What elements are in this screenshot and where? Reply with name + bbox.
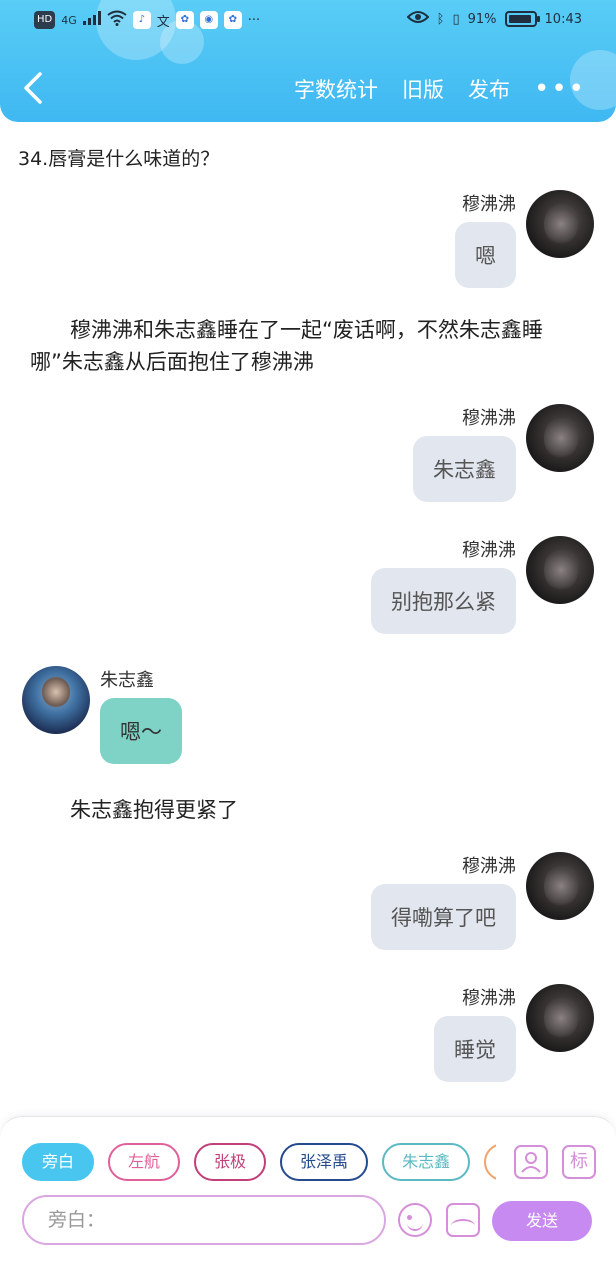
role-chip-narrator[interactable]: 旁白: [22, 1143, 95, 1181]
role-selector: 旁白 左航 张极 张泽禹 朱志鑫: [22, 1143, 496, 1183]
message-bubble[interactable]: 朱志鑫: [413, 436, 516, 502]
battery-icon: [504, 11, 540, 27]
network-label: 4G: [61, 13, 77, 27]
app-header: HD 4G ♪ 文 ✿ ◉ ✿ ··· ᛒ ▯ 91% 10:43 字数统计 旧…: [0, 0, 616, 122]
role-chip[interactable]: 朱志鑫: [382, 1143, 471, 1181]
message-content: 穆沸沸 得嘞算了吧: [371, 852, 516, 950]
paw-app-icon: ✿: [175, 11, 194, 29]
sender-name: 穆沸沸: [462, 540, 516, 561]
narration-text[interactable]: 穆沸沸和朱志鑫睡在了一起“废话啊，不然朱志鑫睡哪”朱志鑫从后面抱住了穆沸沸: [30, 314, 586, 378]
header-actions: 字数统计 旧版 发布 •••: [294, 74, 586, 104]
role-chip[interactable]: [484, 1143, 496, 1181]
text-app-icon: 文: [156, 14, 170, 30]
browser-app-icon: ◉: [199, 11, 218, 29]
status-right: ᛒ ▯ 91% 10:43: [406, 10, 582, 28]
chevron-left-icon: [24, 72, 42, 104]
status-bar: HD 4G ♪ 文 ✿ ◉ ✿ ··· ᛒ ▯ 91% 10:43: [0, 8, 616, 34]
message-bubble[interactable]: 嗯～: [100, 698, 182, 764]
message-content: 穆沸沸 朱志鑫: [413, 404, 516, 502]
emoji-icon[interactable]: [398, 1203, 432, 1237]
message-content: 朱志鑫 嗯～: [100, 666, 182, 764]
clock: 10:43: [544, 11, 582, 27]
old-version-button[interactable]: 旧版: [402, 74, 444, 104]
message-input[interactable]: 旁白：: [22, 1195, 386, 1245]
publish-button[interactable]: 发布: [468, 74, 510, 104]
avatar[interactable]: [526, 536, 594, 604]
hd-badge: HD: [34, 11, 56, 29]
message-bubble[interactable]: 别抱那么紧: [371, 568, 516, 634]
avatar[interactable]: [22, 666, 90, 734]
narration-text[interactable]: 朱志鑫抱得更紧了: [70, 794, 238, 826]
wifi-icon: [107, 10, 127, 30]
status-left: HD 4G ♪ 文 ✿ ◉ ✿ ···: [34, 10, 260, 30]
music-app-icon: ♪: [132, 11, 151, 29]
person-card-icon[interactable]: [514, 1145, 548, 1179]
avatar[interactable]: [526, 404, 594, 472]
bluetooth-icon: ᛒ: [436, 11, 445, 27]
message-bubble[interactable]: 嗯: [455, 222, 516, 288]
chat-message-left[interactable]: 朱志鑫 嗯～: [22, 666, 182, 764]
chat-message-right[interactable]: 穆沸沸 得嘞算了吧: [371, 852, 594, 950]
back-button[interactable]: [18, 70, 48, 106]
composer-panel: 旁白 左航 张极 张泽禹 朱志鑫 标 旁白： 发送: [0, 1116, 616, 1280]
message-bubble[interactable]: 睡觉: [434, 1016, 516, 1082]
sender-name: 穆沸沸: [462, 194, 516, 215]
sender-name: 穆沸沸: [462, 408, 516, 429]
role-chip[interactable]: 左航: [108, 1143, 181, 1181]
chat-message-right[interactable]: 穆沸沸 别抱那么紧: [371, 536, 594, 634]
eye-icon: [406, 10, 430, 28]
message-bubble[interactable]: 得嘞算了吧: [371, 884, 516, 950]
sender-name: 穆沸沸: [462, 988, 516, 1009]
more-notifications: ···: [247, 12, 261, 28]
role-chip[interactable]: 张泽禹: [280, 1143, 369, 1181]
battery-percent: 91%: [467, 11, 497, 27]
chat-message-right[interactable]: 穆沸沸 睡觉: [434, 984, 594, 1082]
chapter-topic: 34.唇膏是什么味道的？: [18, 148, 220, 170]
send-button[interactable]: 发送: [492, 1201, 592, 1241]
more-menu-button[interactable]: •••: [534, 76, 586, 102]
sender-name: 朱志鑫: [100, 670, 154, 691]
message-content: 穆沸沸 嗯: [455, 194, 516, 288]
signal-icon: [82, 11, 101, 29]
message-content: 穆沸沸 睡觉: [434, 984, 516, 1082]
vibrate-icon: ▯: [452, 11, 460, 27]
avatar[interactable]: [526, 984, 594, 1052]
avatar[interactable]: [526, 190, 594, 258]
tag-icon[interactable]: 标: [562, 1145, 596, 1179]
role-chip[interactable]: 张极: [194, 1143, 267, 1181]
avatar[interactable]: [526, 852, 594, 920]
chat-message-right[interactable]: 穆沸沸 嗯: [455, 190, 594, 288]
word-count-button[interactable]: 字数统计: [294, 74, 378, 104]
paw-app-icon-2: ✿: [223, 11, 242, 29]
message-content: 穆沸沸 别抱那么紧: [371, 536, 516, 634]
chat-message-right[interactable]: 穆沸沸 朱志鑫: [413, 404, 594, 502]
sender-name: 穆沸沸: [462, 856, 516, 877]
image-icon[interactable]: [446, 1203, 480, 1237]
